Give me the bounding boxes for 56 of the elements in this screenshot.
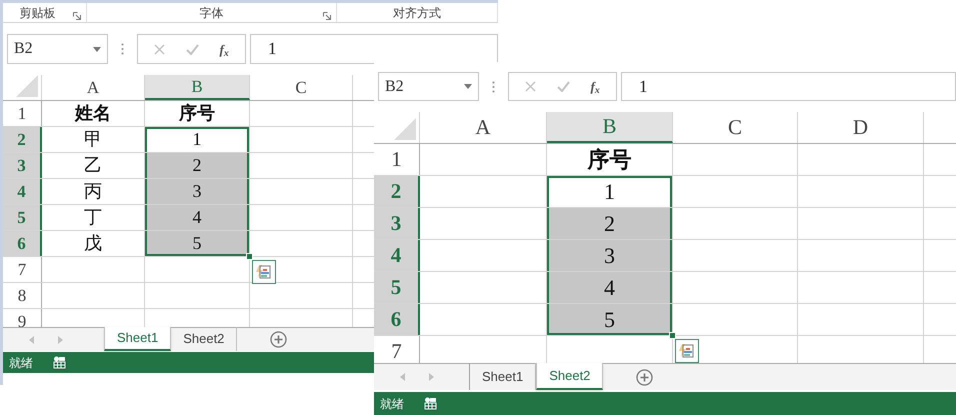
row-header[interactable]: 6 [374,304,420,335]
formula-field[interactable]: 1 [250,34,498,64]
ribbon-group-label: 对齐方式 [393,4,441,22]
table-cell: 3 [145,179,250,204]
table-cell: 1 [145,127,250,152]
sheet-tab[interactable]: Sheet1 [104,327,172,351]
dropdown-caret-icon[interactable] [464,84,472,89]
checkmark-icon[interactable] [556,81,570,92]
table-cell: 1 [547,176,673,207]
row-header[interactable]: 2 [374,176,420,207]
row-header[interactable]: 4 [374,240,420,271]
table-cell: 甲 [42,127,145,152]
formula-field[interactable]: 1 [621,72,956,101]
add-sheet-icon[interactable] [636,368,654,386]
status-text: 就绪 [380,396,404,412]
sheet-tab[interactable]: Sheet2 [171,327,238,351]
row-header[interactable]: 6 [3,231,42,256]
lightning-list-icon [256,264,272,280]
dropdown-caret-icon[interactable] [93,46,101,52]
fill-handle[interactable] [669,332,676,339]
row-header[interactable]: 2 [3,127,42,152]
row-header[interactable]: 5 [3,205,42,230]
table-cell: 4 [145,205,250,230]
table-cell: 4 [547,272,673,303]
table-cell: 姓名 [42,101,145,126]
add-sheet-icon[interactable] [270,331,288,348]
ribbon-group-label: 字体 [200,4,224,22]
sheet-tab[interactable]: Sheet2 [536,363,604,390]
row-header[interactable]: 5 [374,272,420,303]
checkmark-icon[interactable] [186,44,199,54]
quick-analysis-button[interactable] [675,339,699,363]
column-header[interactable]: B [145,75,250,100]
macro-record-icon[interactable] [424,397,437,410]
more-options-icon[interactable] [121,43,124,55]
more-options-icon[interactable] [492,80,495,92]
ribbon-group-label: 剪贴板 [20,4,56,22]
row-header[interactable]: 4 [3,179,42,204]
status-text: 就绪 [9,354,33,372]
table-cell: 序号 [145,101,250,126]
name-box[interactable]: B2 [7,34,108,64]
column-header[interactable]: B [547,112,673,143]
name-box[interactable]: B2 [378,72,479,101]
lightning-list-icon [679,343,695,359]
dialog-launcher-icon[interactable] [323,12,331,20]
row-header[interactable]: 3 [374,208,420,239]
row-header[interactable]: 3 [3,153,42,178]
macro-record-icon[interactable] [53,356,66,369]
insert-function-button[interactable]: f$_{x}$ [219,42,229,56]
quick-analysis-button[interactable] [252,260,276,284]
table-cell: 2 [547,208,673,239]
table-cell: 3 [547,240,673,271]
table-cell: 序号 [547,144,673,175]
insert-function-button[interactable]: f$_{x}$ [590,80,600,93]
table-cell: 2 [145,153,250,178]
fill-handle[interactable] [246,253,253,260]
dialog-launcher-icon[interactable] [73,12,81,20]
